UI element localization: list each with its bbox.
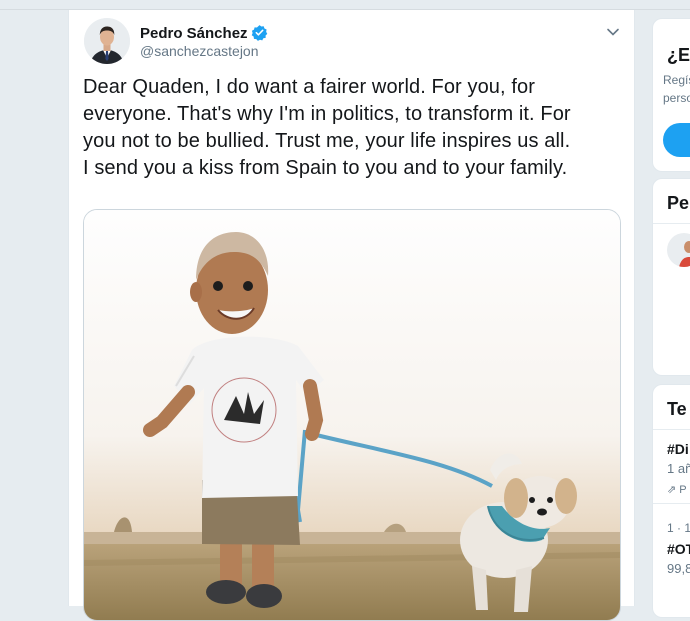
signup-button[interactable] xyxy=(663,123,690,157)
trend-link-icon: ⇗ xyxy=(667,484,677,496)
signup-text-line2: perso xyxy=(663,91,690,105)
signup-title: ¿En xyxy=(667,45,690,65)
trend-item-1-sub-text: P xyxy=(679,484,687,496)
verified-badge-icon xyxy=(251,24,268,45)
author-avatar[interactable] xyxy=(84,18,130,64)
trends-card: Te #Di 1 añ ⇗ P 1 · 1 #OT 99,8 xyxy=(652,384,690,618)
tweet-card[interactable]: Pedro Sánchez @sanchezcastejon Dear Quad… xyxy=(68,10,635,621)
trend-item-1-sub: ⇗ P xyxy=(667,483,687,496)
trends-title: Te xyxy=(667,399,687,419)
divider xyxy=(653,429,690,430)
author-name-text: Pedro Sánchez xyxy=(140,25,248,42)
left-gutter xyxy=(0,10,68,606)
people-card: Pe xyxy=(652,178,690,376)
trend-item-1-tag[interactable]: #Di xyxy=(667,441,689,457)
right-sidebar: ¿En Regís perso Pe Te #Di 1 añ ⇗ P 1 · 1… xyxy=(652,10,690,618)
tweet-text: Dear Quaden, I do want a fairer world. F… xyxy=(83,76,571,179)
divider xyxy=(653,503,690,504)
people-avatar[interactable] xyxy=(667,233,690,267)
people-title: Pe xyxy=(667,193,690,213)
author-handle[interactable]: @sanchezcastejon xyxy=(140,43,259,59)
photo-illustration xyxy=(84,210,620,620)
divider xyxy=(653,223,690,224)
trend-item-2-meta: 99,8 xyxy=(667,561,690,576)
signup-text-line1: Regís xyxy=(663,73,690,87)
trend-item-2-tag[interactable]: #OT xyxy=(667,541,690,557)
trend-item-2-rank: 1 · 1 xyxy=(667,521,690,535)
author-name[interactable]: Pedro Sánchez xyxy=(140,24,268,45)
top-bar xyxy=(0,0,690,10)
chevron-down-icon[interactable] xyxy=(606,24,620,42)
tweet-media-photo[interactable] xyxy=(83,209,621,621)
trend-item-1-meta: 1 añ xyxy=(667,461,690,476)
signup-card: ¿En Regís perso xyxy=(652,18,690,172)
